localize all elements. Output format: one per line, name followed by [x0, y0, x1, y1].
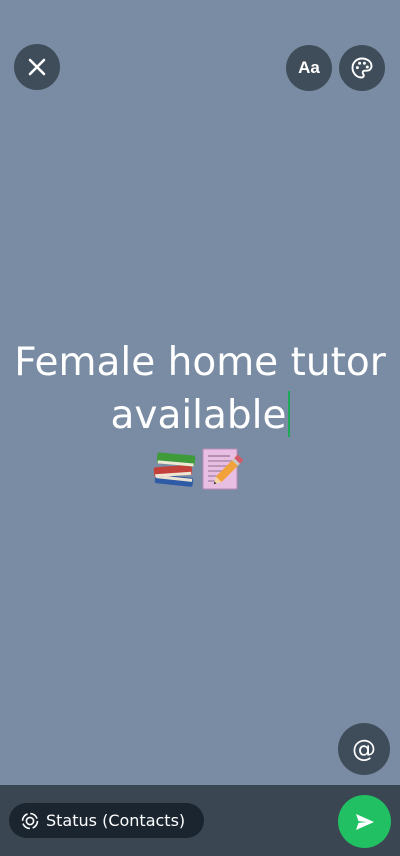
status-text-line-2-wrap: available: [0, 389, 400, 442]
send-button[interactable]: [338, 795, 391, 848]
status-text-editor[interactable]: Female home tutor available: [0, 336, 400, 442]
send-icon: [355, 813, 374, 830]
status-audience-label: Status (Contacts): [46, 811, 186, 830]
font-style-label: Aa: [298, 58, 320, 77]
memo-pencil-emoji-icon: [202, 448, 244, 490]
mention-icon: @: [352, 735, 376, 763]
status-text-line-2: available: [110, 393, 287, 438]
status-text-line-1: Female home tutor: [14, 340, 386, 385]
close-button[interactable]: [14, 44, 60, 90]
text-cursor: [287, 391, 290, 437]
mention-button[interactable]: @: [338, 723, 390, 775]
status-audience-button[interactable]: Status (Contacts): [9, 803, 204, 838]
status-emoji-row: [0, 446, 400, 494]
status-ring-icon: [21, 812, 39, 829]
palette-icon: [351, 57, 373, 79]
books-emoji-icon: [153, 452, 196, 487]
font-style-button[interactable]: Aa: [286, 45, 332, 91]
color-palette-button[interactable]: [339, 45, 385, 91]
close-icon: [28, 58, 46, 76]
